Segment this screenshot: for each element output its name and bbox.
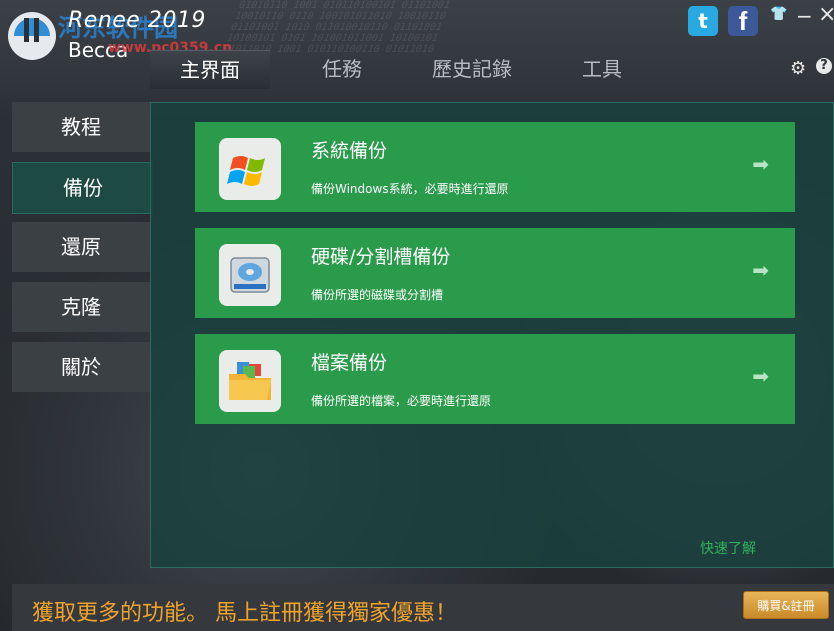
card-system-backup[interactable]: 系統備份 備份Windows系統，必要時進行還原 ➡	[195, 122, 795, 212]
twitter-icon[interactable]: t	[688, 6, 718, 36]
skin-icon[interactable]: 👕	[770, 6, 787, 22]
app-title: Renee 2019	[68, 8, 206, 33]
card-description: 備份所選的檔案，必要時進行還原	[311, 394, 492, 408]
folder-icon	[219, 350, 281, 412]
card-file-backup[interactable]: 檔案備份 備份所選的檔案，必要時進行還原 ➡	[195, 334, 795, 424]
arrow-right-icon: ➡	[752, 364, 769, 388]
sidebar-item-about[interactable]: 關於	[12, 342, 150, 392]
facebook-icon[interactable]: f	[728, 6, 758, 36]
card-description: 備份Windows系統，必要時進行還原	[311, 182, 509, 196]
tab-tasks[interactable]: 任務	[300, 50, 384, 88]
sidebar-item-backup[interactable]: 備份	[12, 162, 153, 214]
card-title: 硬碟/分割槽備份	[311, 246, 451, 268]
card-title: 檔案備份	[311, 352, 388, 374]
sidebar-item-tutorial[interactable]: 教程	[12, 102, 150, 152]
close-icon[interactable]: ×	[818, 2, 834, 27]
quick-intro-link[interactable]: 快速了解	[700, 538, 756, 558]
hard-disk-icon	[219, 244, 281, 306]
help-icon[interactable]: ?	[816, 58, 832, 74]
tab-history[interactable]: 歷史記錄	[416, 50, 528, 88]
card-disk-partition-backup[interactable]: 硬碟/分割槽備份 備份所選的磁碟或分割槽 ➡	[195, 228, 795, 318]
app-logo-icon	[8, 12, 56, 60]
promo-text: 獲取更多的功能。 馬上註冊獲得獨家優惠！	[32, 601, 457, 626]
windows-logo-icon	[219, 138, 281, 200]
sidebar-item-restore[interactable]: 還原	[12, 222, 150, 272]
settings-gear-icon[interactable]: ⚙	[790, 58, 806, 79]
arrow-right-icon: ➡	[752, 152, 769, 176]
buy-register-button[interactable]: 購買&註冊	[743, 591, 829, 619]
minimize-icon[interactable]: −	[796, 4, 813, 28]
sidebar-item-clone[interactable]: 克隆	[12, 282, 150, 332]
tab-tools[interactable]: 工具	[560, 50, 644, 88]
card-description: 備份所選的磁碟或分割槽	[311, 288, 444, 302]
card-title: 系統備份	[311, 140, 388, 162]
arrow-right-icon: ➡	[752, 258, 769, 282]
tab-main[interactable]: 主界面	[150, 50, 270, 89]
